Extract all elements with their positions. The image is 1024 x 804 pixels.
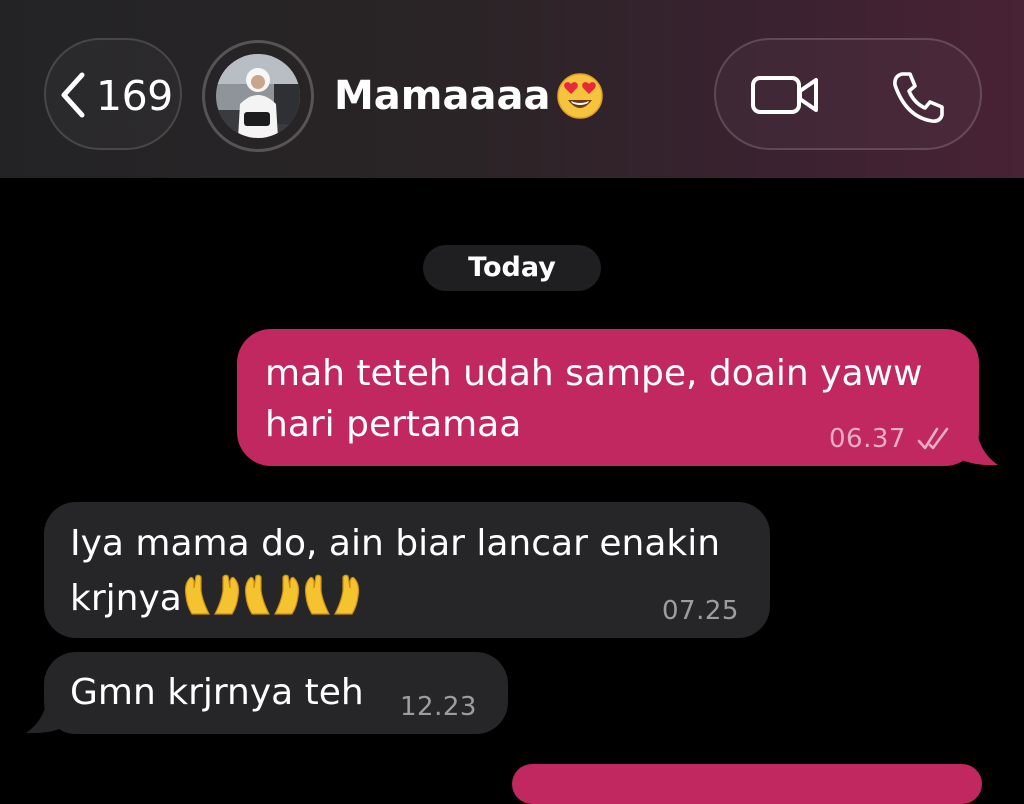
incoming-message[interactable]: Gmn krjrnya teh 12.23 [44,652,508,734]
unread-count[interactable]: 169 [96,72,173,120]
bubble-tail [26,704,62,734]
bubble-tail [962,436,998,466]
message-time: 07.25 [662,596,739,626]
date-divider: Today [423,245,601,291]
heart-eyes-emoji-icon [557,73,604,119]
message-line: Gmn krjrnya teh [70,672,364,713]
raising-hands-emoji-icon [184,574,359,615]
phone-icon[interactable] [890,70,946,124]
incoming-message[interactable]: Iya mama do, ain biar lancar enakin krjn… [44,502,770,638]
outgoing-message-partial[interactable] [512,764,982,804]
chevron-left-icon[interactable] [56,71,90,119]
outgoing-message[interactable]: mah teteh udah sampe, doain yaww hari pe… [237,329,979,466]
contact-name-text: Mamaaaa [334,73,551,119]
message-line: hari pertamaa [265,404,522,445]
contact-avatar[interactable] [216,54,300,138]
video-camera-icon[interactable] [750,70,820,120]
double-check-icon [917,427,949,450]
message-time: 06.37 [829,424,906,454]
message-line: mah teteh udah sampe, doain yaww [265,353,923,394]
contact-name[interactable]: Mamaaaa [334,70,604,122]
message-line: Iya mama do, ain biar lancar enakin [70,523,721,564]
message-time: 12.23 [400,692,477,722]
message-line: krjnya [70,578,182,619]
message-line-with-emoji: krjnya [70,572,362,625]
